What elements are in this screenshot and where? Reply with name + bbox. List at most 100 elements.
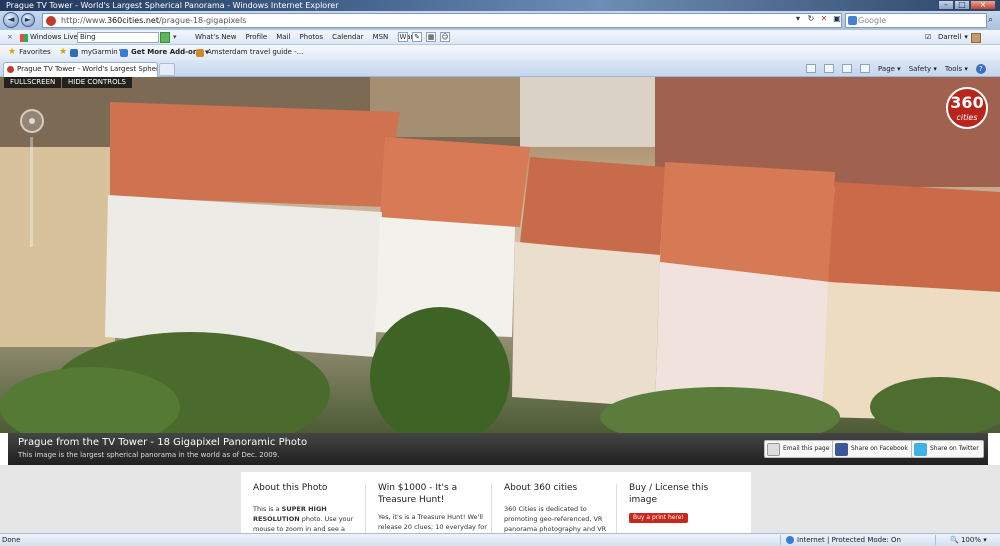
search-field[interactable]: Google [845, 13, 987, 28]
photo-caption-bar: Prague from the TV Tower - 18 Gigapixel … [8, 433, 988, 465]
tab-title: Prague TV Tower - World's Largest Spheri… [17, 65, 157, 73]
share-facebook-button[interactable]: Share on Facebook [832, 440, 913, 458]
back-button[interactable]: ◄ [3, 12, 19, 28]
favorite-get-addons-label: Get More Add-ons [131, 48, 202, 56]
page-menu-label: Page [878, 64, 895, 73]
menu-profile[interactable]: Profile [245, 30, 267, 45]
share-facebook-label: Share on Facebook [851, 445, 908, 452]
address-dropdown-icon[interactable]: ▾ [793, 14, 803, 24]
status-divider [935, 535, 936, 545]
user-menu[interactable]: Darrell ▾ [938, 30, 981, 45]
menu-calendar[interactable]: Calendar [332, 30, 363, 45]
photo-title: Prague from the TV Tower - 18 Gigapixel … [18, 437, 308, 448]
card-treasure-hunt-text: Yes, it's is a Treasure Hunt! We'll rele… [378, 513, 487, 531]
card-buy-license: Buy / License this image Buy a print her… [617, 472, 751, 533]
logo-word: cities [956, 113, 978, 122]
close-toolbar-icon[interactable]: × [7, 30, 13, 45]
google-icon [848, 16, 857, 25]
address-toolbar: ◄ ► http://www.360cities.net/prague-18-g… [0, 11, 1000, 30]
window-title-bar: Prague TV Tower - World's Largest Spheri… [0, 0, 1000, 11]
windows-live-menu: What's New Profile Mail Photos Calendar … [195, 30, 418, 45]
tab-prague[interactable]: Prague TV Tower - World's Largest Spheri… [3, 62, 158, 77]
feeds-icon[interactable] [824, 64, 834, 73]
window-title: Prague TV Tower - World's Largest Spheri… [6, 1, 339, 10]
favorite-mygarmin[interactable]: ★ myGarmin™ [59, 45, 125, 60]
info-cards: About this Photo This is a SUPER HIGH RE… [241, 472, 751, 533]
photo-icon[interactable]: ▦ [426, 32, 436, 42]
minimize-button[interactable]: – [938, 0, 954, 10]
writer-icon[interactable]: ✎ [412, 32, 422, 42]
photo-subtitle: This image is the largest spherical pano… [18, 451, 280, 459]
status-bar: Done Internet | Protected Mode: On 🔍 100… [0, 533, 1000, 546]
new-tab-button[interactable] [159, 63, 175, 76]
travel-guide-icon [196, 48, 204, 57]
help-menu[interactable]: ? [975, 63, 986, 74]
refresh-icon[interactable]: ↻ [806, 14, 816, 24]
favorites-bar: ★ Favorites ★ myGarmin™ Get More Add-ons… [0, 45, 1000, 60]
mail-icon[interactable] [842, 64, 852, 73]
address-field[interactable]: http://www.360cities.net/prague-18-gigap… [42, 13, 842, 28]
user-dropdown-icon: ▾ [964, 33, 968, 41]
email-icon [767, 442, 780, 456]
bing-dropdown-icon[interactable]: ▾ [173, 30, 177, 45]
page-content: About this Photo This is a SUPER HIGH RE… [0, 465, 1000, 533]
windows-live-label: Windows Live [30, 33, 78, 41]
tab-favicon-icon [7, 66, 14, 73]
menu-whats-new[interactable]: What's New [195, 30, 236, 45]
garmin-icon [70, 48, 79, 57]
zoom-slider[interactable] [30, 137, 33, 247]
search-icon[interactable]: ⌕ [988, 14, 998, 26]
home-icon[interactable] [806, 64, 816, 73]
fullscreen-button[interactable]: FULLSCREEN [4, 77, 62, 88]
tab-bar: Prague TV Tower - World's Largest Spheri… [0, 60, 1000, 77]
share-twitter-button[interactable]: Share on Twitter [911, 440, 984, 458]
facebook-icon [835, 442, 848, 456]
internet-globe-icon [786, 536, 794, 544]
site-favicon-icon [46, 16, 56, 26]
safety-menu[interactable]: Safety ▾ [909, 65, 937, 73]
url-domain: 360cities.net [106, 16, 159, 25]
email-page-button[interactable]: Email this page [764, 440, 835, 458]
email-page-label: Email this page [783, 445, 830, 452]
pan-control[interactable] [20, 109, 44, 133]
card-about-photo-text-pre: This is a [253, 505, 282, 513]
tools-menu[interactable]: Tools ▾ [945, 65, 968, 73]
command-bar: Page ▾ Safety ▾ Tools ▾ ? [806, 60, 986, 77]
card-about-360cities-text: 360 Cities is dedicated to promoting geo… [504, 505, 607, 533]
maximize-button[interactable]: □ [954, 0, 970, 10]
360cities-logo[interactable]: 360 cities [946, 87, 988, 129]
bing-search-button[interactable] [160, 32, 170, 43]
favorites-label: Favorites [19, 48, 51, 56]
favorites-button[interactable]: ★ Favorites [8, 45, 51, 60]
word-icon[interactable]: W [398, 32, 408, 42]
bing-search-input[interactable]: Bing [77, 32, 159, 43]
addons-icon [120, 48, 128, 57]
security-zone-label: Internet | Protected Mode: On [797, 536, 901, 544]
menu-msn[interactable]: MSN [373, 30, 389, 45]
card-about-photo-title: About this Photo [253, 483, 328, 493]
zoom-level[interactable]: 🔍 100% ▾ [950, 534, 987, 546]
search-placeholder: Google [858, 16, 887, 25]
hide-controls-button[interactable]: HIDE CONTROLS [62, 77, 132, 88]
panorama-image [0, 77, 1000, 433]
menu-photos[interactable]: Photos [299, 30, 323, 45]
buy-print-button[interactable]: Buy a print here! [629, 513, 688, 523]
stop-icon[interactable]: ✕ [819, 14, 829, 24]
windows-live-brand[interactable]: Windows Live [20, 30, 78, 45]
close-window-button[interactable]: × [970, 0, 996, 10]
page-menu[interactable]: Page ▾ [878, 65, 901, 73]
card-treasure-hunt-title: Win $1000 - It's a Treasure Hunt! [378, 483, 458, 505]
security-zone[interactable]: Internet | Protected Mode: On [786, 534, 901, 546]
edit-icon[interactable]: ☑ [925, 30, 931, 45]
user-name: Darrell [938, 33, 962, 41]
bookmark-icon[interactable]: ▣ [832, 14, 842, 24]
status-text: Done [2, 536, 21, 544]
forward-button[interactable]: ► [21, 13, 35, 27]
add-favorite-icon: ★ [59, 47, 68, 57]
messenger-icon[interactable]: ☺ [440, 32, 450, 42]
panorama-viewer[interactable]: FULLSCREEN HIDE CONTROLS 360 cities [0, 77, 1000, 433]
card-treasure-hunt: Win $1000 - It's a Treasure Hunt! Yes, i… [366, 472, 491, 533]
print-icon[interactable] [860, 64, 870, 73]
menu-mail[interactable]: Mail [276, 30, 290, 45]
favorite-amsterdam[interactable]: Amsterdam travel guide -... [196, 45, 303, 60]
